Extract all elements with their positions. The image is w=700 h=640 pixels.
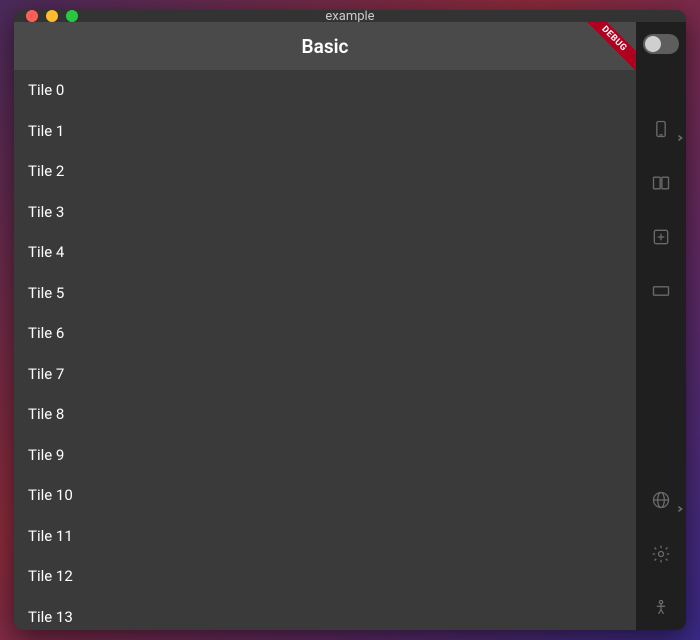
rail-item[interactable] xyxy=(636,104,686,158)
list-item-label: Tile 11 xyxy=(28,527,73,545)
list-item-label: Tile 7 xyxy=(28,365,64,383)
gear-icon xyxy=(651,544,671,568)
zoom-icon[interactable] xyxy=(66,10,78,22)
list-item-label: Tile 8 xyxy=(28,405,64,423)
list-item-label: Tile 6 xyxy=(28,324,64,342)
list-item[interactable]: Tile 5 xyxy=(14,273,636,314)
accessibility-icon xyxy=(651,598,671,622)
list-item-label: Tile 2 xyxy=(28,162,64,180)
list-item-label: Tile 0 xyxy=(28,81,64,99)
list-item[interactable]: Tile 12 xyxy=(14,556,636,597)
tile-list[interactable]: Tile 0 Tile 1 Tile 2 Tile 3 Tile 4 Tile 5 Tile… xyxy=(14,70,636,630)
list-item[interactable]: Tile 0 xyxy=(14,70,636,111)
list-item[interactable]: Tile 6 xyxy=(14,313,636,354)
list-item[interactable]: Tile 4 xyxy=(14,232,636,273)
list-item-label: Tile 10 xyxy=(28,486,73,504)
rail-item[interactable] xyxy=(636,529,686,583)
list-item-label: Tile 12 xyxy=(28,567,73,585)
rail-item[interactable] xyxy=(636,158,686,212)
window-body: Basic DEBUG Tile 0Tile 1Tile 2Tile 3Tile… xyxy=(14,22,686,630)
chevron-right-icon xyxy=(676,498,684,506)
globe-icon xyxy=(651,490,671,514)
appbar: Basic DEBUG xyxy=(14,22,636,70)
theme-toggle[interactable] xyxy=(643,34,679,54)
list-item-label: Tile 5 xyxy=(28,284,64,302)
columns-icon xyxy=(651,173,671,197)
app-window: example Basic DEBUG Tile 0Tile 1Tile 2Ti… xyxy=(14,10,686,630)
rail-item[interactable] xyxy=(636,475,686,529)
page-title: Basic xyxy=(302,35,349,58)
list-item[interactable]: Tile 1 xyxy=(14,111,636,152)
debug-banner: DEBUG xyxy=(580,22,636,78)
device-icon xyxy=(651,119,671,143)
list-item[interactable]: Tile 8 xyxy=(14,394,636,435)
debug-label: DEBUG xyxy=(580,22,636,78)
list-item[interactable]: Tile 11 xyxy=(14,516,636,557)
list-item[interactable]: Tile 13 xyxy=(14,597,636,631)
grid-add-icon xyxy=(651,227,671,251)
rail-item[interactable] xyxy=(636,212,686,266)
titlebar: example xyxy=(14,10,686,22)
rail-item[interactable] xyxy=(636,583,686,630)
window-controls xyxy=(26,10,78,22)
app-main: Basic DEBUG Tile 0Tile 1Tile 2Tile 3Tile… xyxy=(14,22,636,630)
list-item-label: Tile 4 xyxy=(28,243,64,261)
list-item-label: Tile 1 xyxy=(28,122,64,140)
list-item[interactable]: Tile 3 xyxy=(14,192,636,233)
list-item[interactable]: Tile 7 xyxy=(14,354,636,395)
keyboard-icon xyxy=(651,281,671,305)
list-item[interactable]: Tile 2 xyxy=(14,151,636,192)
list-item-label: Tile 9 xyxy=(28,446,64,464)
list-item[interactable]: Tile 10 xyxy=(14,475,636,516)
list-item-label: Tile 13 xyxy=(28,608,73,626)
close-icon[interactable] xyxy=(26,10,38,22)
minimize-icon[interactable] xyxy=(46,10,58,22)
chevron-right-icon xyxy=(676,127,684,135)
list-item-label: Tile 3 xyxy=(28,203,64,221)
rail-item[interactable] xyxy=(636,266,686,320)
list-item[interactable]: Tile 9 xyxy=(14,435,636,476)
toggle-knob xyxy=(645,36,661,52)
devtools-rail xyxy=(636,22,686,630)
